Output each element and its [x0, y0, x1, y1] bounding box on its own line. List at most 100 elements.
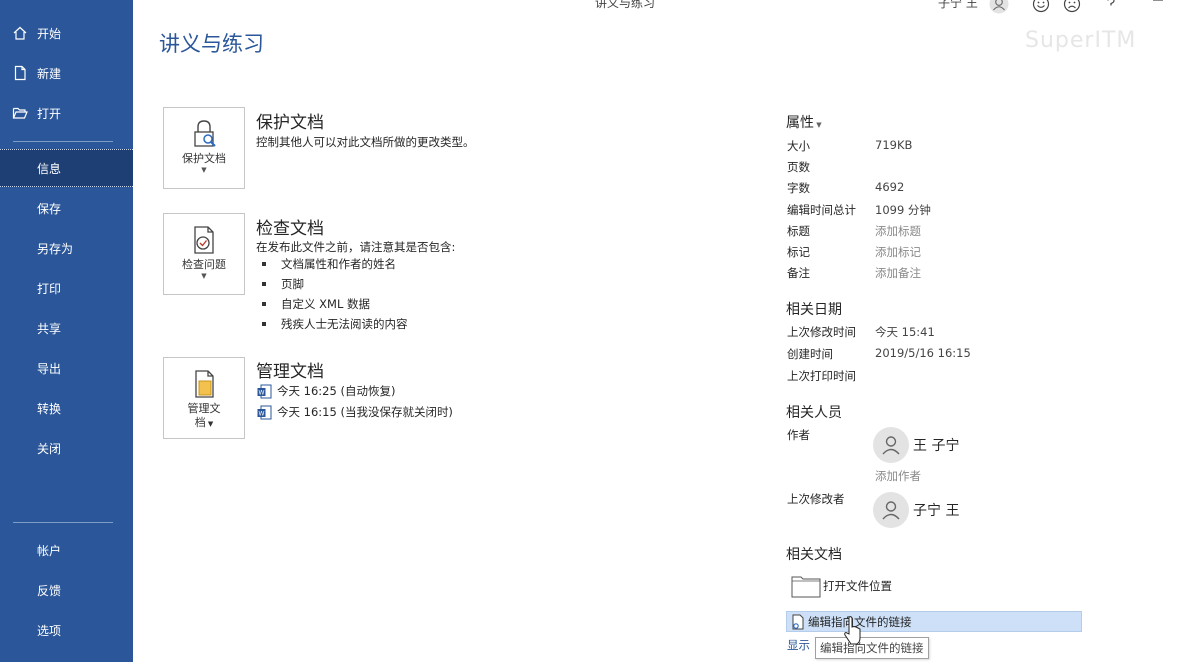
last-modified-by-name: 子宁 王 — [913, 503, 960, 519]
chevron-down-icon: ▼ — [205, 420, 214, 428]
sidebar-divider — [13, 522, 113, 523]
open-folder-icon — [12, 107, 28, 119]
word-document-icon: W — [257, 405, 272, 419]
avatar — [873, 427, 909, 463]
nav-close-label: 关闭 — [37, 441, 62, 456]
prop-words-label: 字数 — [787, 181, 810, 195]
author-name: 王 子宁 — [913, 438, 960, 454]
help-icon[interactable] — [1101, 0, 1121, 14]
inspect-description: 在发布此文件之前，请注意其是否包含: — [256, 240, 456, 254]
home-icon — [13, 26, 27, 40]
protect-description: 控制其他人可以对此文档所做的更改类型。 — [256, 135, 475, 149]
nav-open[interactable]: 打开 — [0, 94, 133, 132]
nav-convert-label: 转换 — [37, 401, 62, 416]
properties-heading-label: 属性 — [786, 115, 814, 131]
related-documents-heading: 相关文档 — [786, 547, 842, 563]
person-icon — [882, 436, 900, 455]
check-issues-button-label: 检查问题 — [182, 258, 226, 271]
protect-heading: 保护文档 — [256, 113, 324, 133]
nav-convert[interactable]: 转换 — [0, 389, 133, 427]
smiley-feedback-icon[interactable] — [1031, 0, 1051, 14]
person-icon — [882, 501, 900, 520]
open-file-location-button[interactable]: 打开文件位置 — [791, 574, 892, 598]
watermark: SuperITM — [1025, 28, 1137, 53]
chevron-down-icon: ▼ — [814, 121, 822, 129]
list-item: 残疾人士无法阅读的内容 — [262, 314, 408, 334]
nav-close[interactable]: 关闭 — [0, 429, 133, 467]
check-issues-button[interactable]: 检查问题 ▼ — [163, 213, 245, 295]
chevron-down-icon: ▼ — [201, 272, 207, 280]
nav-save[interactable]: 保存 — [0, 189, 133, 227]
nav-share[interactable]: 共享 — [0, 309, 133, 347]
nav-print[interactable]: 打印 — [0, 269, 133, 307]
nav-home-label: 开始 — [37, 26, 62, 41]
nav-new-label: 新建 — [37, 66, 62, 81]
version-item-label: 今天 16:15 (当我没保存就关闭时) — [277, 405, 453, 419]
word-document-icon: W — [257, 384, 272, 398]
show-all-properties-link[interactable]: 显示 — [787, 637, 810, 653]
user-avatar-icon[interactable] — [989, 0, 1009, 14]
page-title: 讲义与练习 — [159, 32, 264, 56]
prop-pages-label: 页数 — [787, 160, 810, 174]
svg-text:W: W — [259, 410, 265, 417]
backstage-sidebar: 开始 新建 打开 信息 保存 另存为 打印 共享 导出 转换 关闭 帐户 反馈 … — [0, 0, 133, 662]
nav-info[interactable]: 信息 — [0, 149, 133, 187]
list-item: 自定义 XML 数据 — [262, 294, 408, 314]
add-tags-field[interactable]: 添加标记 — [875, 244, 921, 260]
nav-feedback[interactable]: 反馈 — [0, 571, 133, 609]
manage-document-icon — [195, 370, 214, 398]
window-title: 讲义与练习 — [595, 0, 656, 10]
nav-save-as[interactable]: 另存为 — [0, 229, 133, 267]
properties-heading[interactable]: 属性 ▼ — [786, 112, 822, 132]
version-item[interactable]: W 今天 16:15 (当我没保存就关闭时) — [257, 404, 453, 420]
chevron-down-icon: ▼ — [201, 166, 207, 174]
last-modified-value: 今天 15:41 — [875, 325, 935, 339]
nav-new[interactable]: 新建 — [0, 54, 133, 92]
created-label: 创建时间 — [787, 347, 833, 361]
signed-in-user[interactable]: 子宁 王 — [938, 0, 978, 11]
manage-document-button-label: 管理文 档 ▼ — [188, 402, 221, 431]
lock-search-icon — [194, 120, 216, 147]
nav-account-label: 帐户 — [37, 543, 62, 558]
add-author-link[interactable]: 添加作者 — [875, 468, 921, 484]
version-item[interactable]: W 今天 16:25 (自动恢复) — [257, 383, 395, 399]
last-modified-by-person[interactable]: 子宁 王 — [873, 492, 959, 528]
nav-open-label: 打开 — [37, 106, 62, 121]
prop-edit-time-label: 编辑时间总计 — [787, 203, 856, 217]
nav-share-label: 共享 — [37, 321, 62, 336]
list-item: 页脚 — [262, 274, 408, 294]
inspect-bullet-list: 文档属性和作者的姓名 页脚 自定义 XML 数据 残疾人士无法阅读的内容 — [262, 254, 408, 334]
nav-save-label: 保存 — [37, 201, 62, 216]
created-value: 2019/5/16 16:15 — [875, 346, 971, 360]
frown-feedback-icon[interactable] — [1062, 0, 1082, 14]
nav-save-as-label: 另存为 — [37, 241, 74, 256]
prop-tags-label: 标记 — [787, 245, 810, 259]
nav-export[interactable]: 导出 — [0, 349, 133, 387]
nav-feedback-label: 反馈 — [37, 583, 62, 598]
manage-label-line2: 档 — [194, 416, 206, 429]
mouse-cursor-icon — [844, 616, 861, 645]
nav-options[interactable]: 选项 — [0, 611, 133, 649]
add-comments-field[interactable]: 添加备注 — [875, 265, 921, 281]
last-printed-label: 上次打印时间 — [787, 369, 856, 383]
minimize-icon[interactable] — [1148, 0, 1168, 14]
prop-size-label: 大小 — [787, 139, 810, 153]
inspect-heading: 检查文档 — [256, 219, 324, 239]
avatar — [873, 492, 909, 528]
nav-home[interactable]: 开始 — [0, 14, 133, 52]
author-person[interactable]: 王 子宁 — [873, 427, 959, 463]
edit-links-button[interactable]: 编辑指向文件的链接 — [786, 611, 1082, 632]
new-document-icon — [14, 65, 26, 81]
edit-links-tooltip: 编辑指向文件的链接 — [815, 637, 929, 659]
prop-title-label: 标题 — [787, 224, 810, 238]
sidebar-divider — [13, 141, 113, 142]
manage-document-button[interactable]: 管理文 档 ▼ — [163, 357, 245, 439]
add-title-field[interactable]: 添加标题 — [875, 223, 921, 239]
list-item: 文档属性和作者的姓名 — [262, 254, 408, 274]
prop-size-value: 719KB — [875, 138, 913, 152]
open-file-location-label: 打开文件位置 — [823, 579, 892, 593]
prop-words-value: 4692 — [875, 180, 905, 194]
protect-document-button[interactable]: 保护文档 ▼ — [163, 107, 245, 189]
prop-comments-label: 备注 — [787, 266, 810, 280]
nav-account[interactable]: 帐户 — [0, 531, 133, 569]
